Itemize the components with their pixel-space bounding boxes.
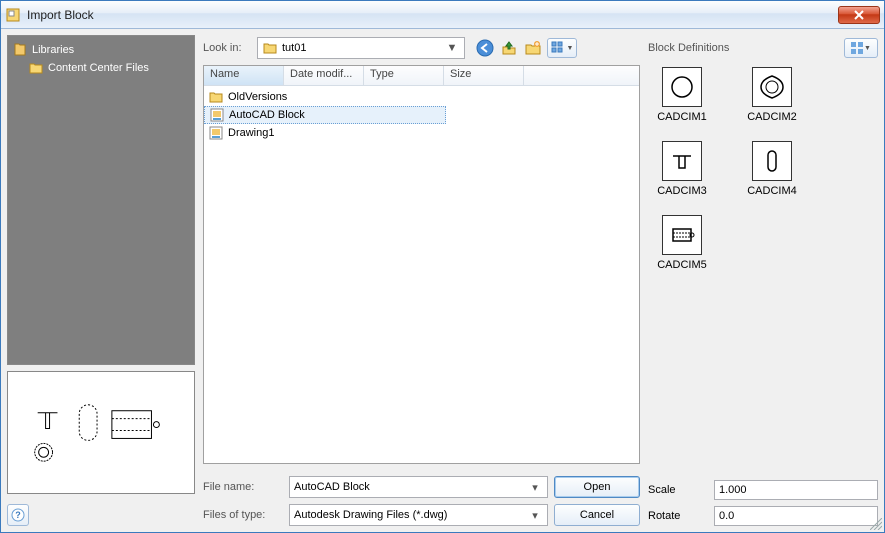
grid-icon — [851, 42, 863, 54]
book-icon — [12, 42, 28, 58]
block-item-cadcim3[interactable]: CADCIM3 — [648, 141, 716, 197]
open-button-label: Open — [584, 481, 611, 493]
filename-value: AutoCAD Block — [294, 481, 527, 493]
tree-root-label: Libraries — [32, 44, 74, 56]
filename-label: File name: — [203, 481, 283, 493]
right-panel: Block Definitions ▼ CADCIM1 — [648, 35, 878, 526]
block-thumb — [662, 67, 702, 107]
back-button[interactable] — [475, 38, 495, 58]
window-title: Import Block — [27, 8, 838, 22]
filetype-combo[interactable]: Autodesk Drawing Files (*.dwg) ▾ — [289, 504, 548, 526]
help-button[interactable]: ? — [7, 504, 29, 526]
dwg-file-icon — [209, 107, 225, 123]
look-in-label: Look in: — [203, 42, 251, 54]
views-button[interactable]: ▼ — [547, 38, 577, 58]
block-thumb — [752, 141, 792, 181]
nav-icons: ▼ — [475, 38, 577, 58]
scale-input[interactable] — [714, 480, 878, 500]
chevron-down-icon[interactable]: ▼ — [444, 38, 460, 58]
filename-combo[interactable]: AutoCAD Block ▾ — [289, 476, 548, 498]
tree-item-content-center[interactable]: Content Center Files — [28, 60, 190, 76]
bottom-controls: File name: AutoCAD Block ▾ Open Files of… — [203, 476, 640, 526]
file-list[interactable]: Name Date modif... Type Size OldVersions… — [203, 65, 640, 464]
column-type[interactable]: Type — [364, 66, 444, 85]
filetype-label: Files of type: — [203, 509, 283, 521]
block-label: CADCIM4 — [747, 185, 797, 197]
rotate-label: Rotate — [648, 510, 708, 522]
cancel-button-label: Cancel — [580, 509, 614, 521]
up-one-level-button[interactable] — [499, 38, 519, 58]
chevron-down-icon[interactable]: ▾ — [527, 481, 543, 494]
app-icon — [5, 7, 21, 23]
titlebar: Import Block — [1, 1, 884, 29]
file-list-header: Name Date modif... Type Size — [204, 66, 639, 86]
block-label: CADCIM2 — [747, 111, 797, 123]
column-date[interactable]: Date modif... — [284, 66, 364, 85]
block-definitions-label: Block Definitions — [648, 42, 844, 54]
block-label: CADCIM1 — [657, 111, 707, 123]
block-definitions-header: Block Definitions ▼ — [648, 35, 878, 61]
chevron-down-icon: ▼ — [567, 45, 574, 52]
chevron-down-icon[interactable]: ▾ — [527, 509, 543, 522]
rotate-input[interactable] — [714, 506, 878, 526]
block-thumb — [662, 215, 702, 255]
folder-icon — [262, 40, 278, 56]
file-name: Drawing1 — [228, 127, 274, 139]
block-item-cadcim4[interactable]: CADCIM4 — [738, 141, 806, 197]
help-icon: ? — [11, 508, 25, 522]
block-label: CADCIM3 — [657, 185, 707, 197]
close-button[interactable] — [838, 6, 880, 24]
right-bottom-controls: Scale Rotate — [648, 480, 878, 526]
look-in-value: tut01 — [282, 42, 444, 54]
resize-grip[interactable] — [870, 518, 882, 530]
column-name[interactable]: Name — [204, 66, 284, 85]
center-panel: Look in: tut01 ▼ — [203, 35, 640, 526]
column-size[interactable]: Size — [444, 66, 524, 85]
libraries-tree[interactable]: Libraries Content Center Files — [7, 35, 195, 365]
list-item[interactable]: AutoCAD Block — [204, 106, 446, 124]
block-thumb — [752, 67, 792, 107]
preview-thumbnail — [7, 371, 195, 494]
tree-child-label: Content Center Files — [48, 62, 149, 74]
block-item-cadcim1[interactable]: CADCIM1 — [648, 67, 716, 123]
filetype-value: Autodesk Drawing Files (*.dwg) — [294, 509, 527, 521]
look-in-row: Look in: tut01 ▼ — [203, 35, 640, 61]
block-item-cadcim5[interactable]: CADCIM5 — [648, 215, 716, 271]
block-definitions-grid: CADCIM1 CADCIM2 CADCIM3 — [648, 61, 878, 480]
list-item[interactable]: Drawing1 — [204, 124, 639, 142]
new-folder-button[interactable] — [523, 38, 543, 58]
cancel-button[interactable]: Cancel — [554, 504, 640, 526]
dwg-file-icon — [208, 125, 224, 141]
column-spacer — [524, 66, 639, 85]
scale-label: Scale — [648, 484, 708, 496]
block-label: CADCIM5 — [657, 259, 707, 271]
tree-root-libraries[interactable]: Libraries — [12, 42, 190, 58]
file-name: AutoCAD Block — [229, 109, 305, 121]
left-panel: Libraries Content Center Files — [7, 35, 195, 526]
file-list-body: OldVersions AutoCAD Block Drawing1 — [204, 86, 639, 463]
look-in-combo[interactable]: tut01 ▼ — [257, 37, 465, 59]
folder-icon — [28, 60, 44, 76]
open-button[interactable]: Open — [554, 476, 640, 498]
block-thumb — [662, 141, 702, 181]
svg-text:?: ? — [15, 510, 21, 520]
block-item-cadcim2[interactable]: CADCIM2 — [738, 67, 806, 123]
block-view-button[interactable]: ▼ — [844, 38, 878, 58]
file-name: OldVersions — [228, 91, 287, 103]
dialog-body: Libraries Content Center Files — [1, 29, 884, 532]
import-block-dialog: Import Block Libraries Content Center Fi… — [0, 0, 885, 533]
list-item[interactable]: OldVersions — [204, 88, 639, 106]
folder-icon — [208, 89, 224, 105]
chevron-down-icon: ▼ — [864, 45, 871, 52]
